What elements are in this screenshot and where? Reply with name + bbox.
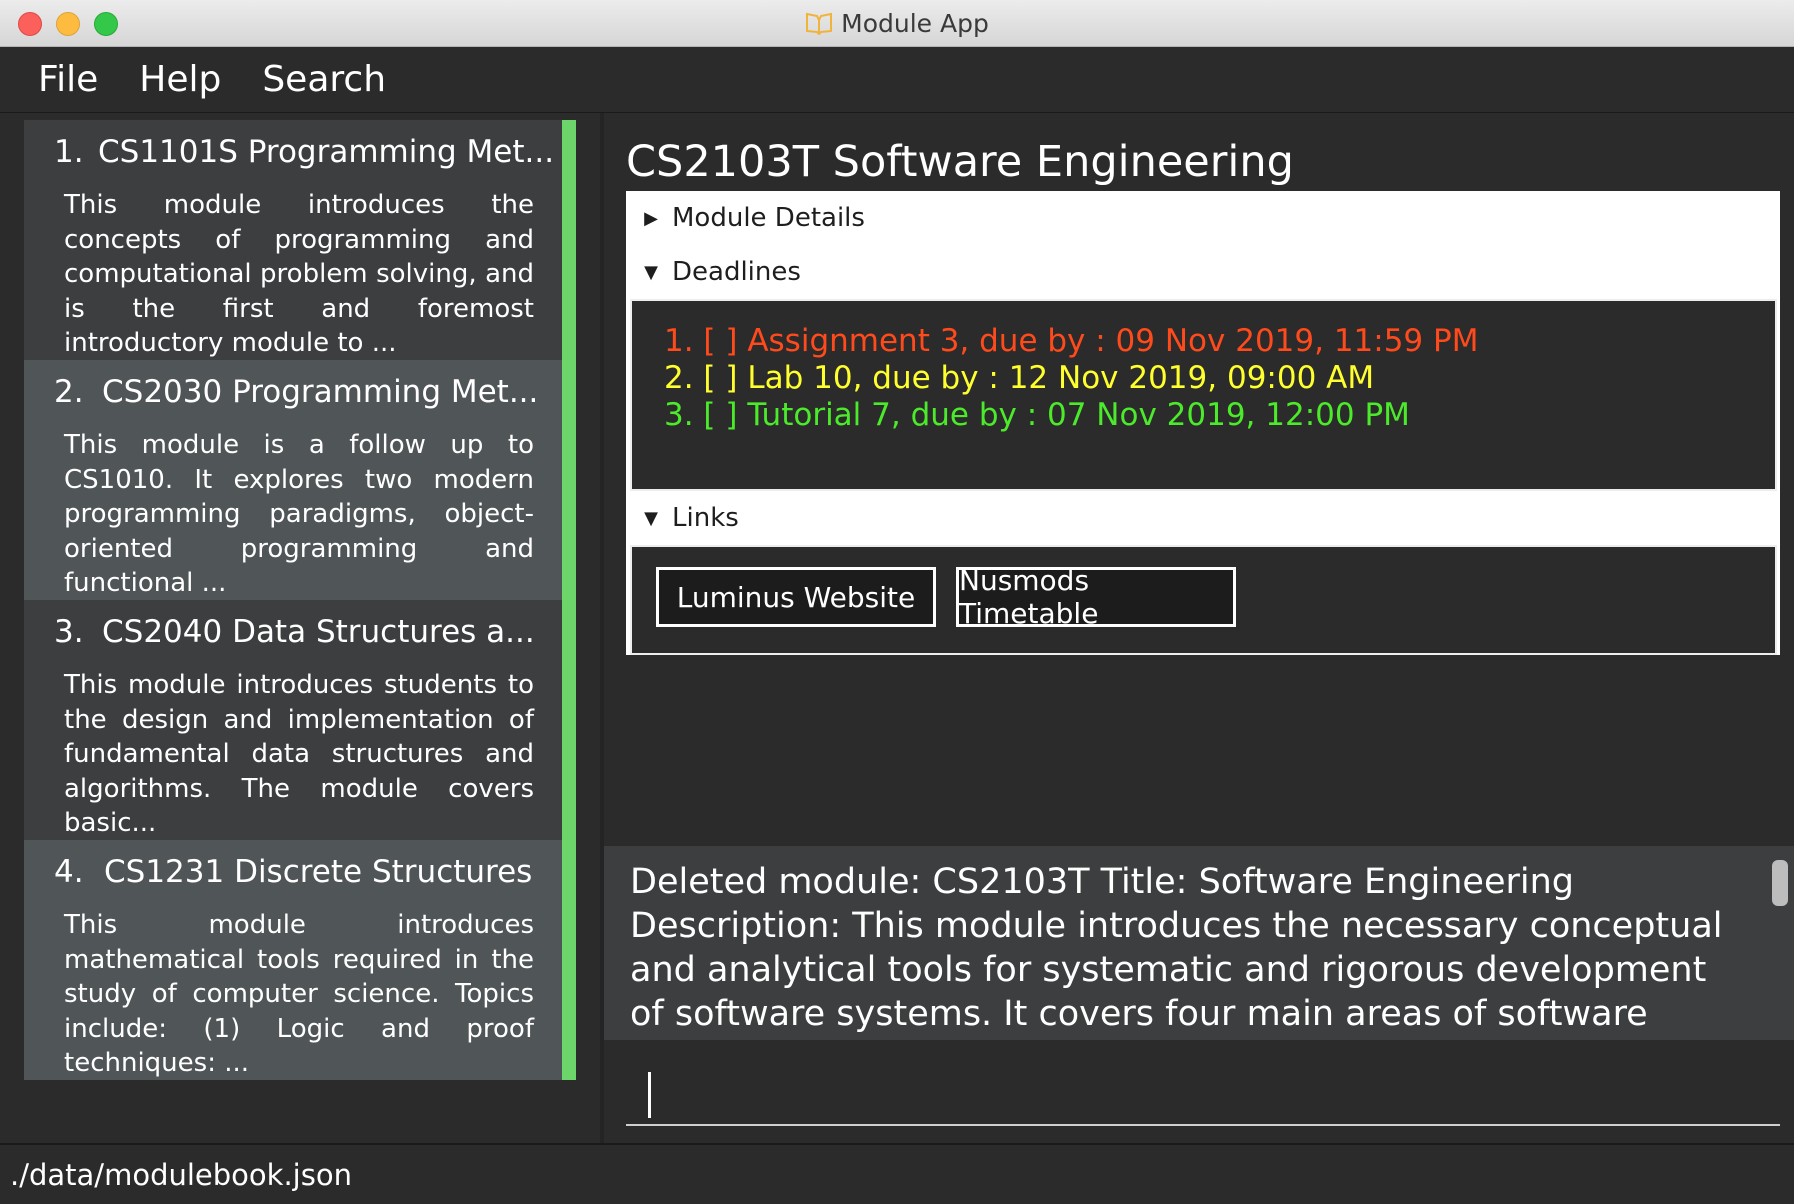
module-accent-bar bbox=[562, 360, 576, 600]
module-accent-bar bbox=[562, 840, 576, 1080]
result-display[interactable]: Deleted module: CS2103T Title: Software … bbox=[604, 843, 1794, 1078]
window-title: Module App bbox=[841, 9, 989, 38]
module-card[interactable]: 4. CS1231 Discrete Structures This modul… bbox=[24, 840, 576, 1080]
module-card-description: This module introduces mathematical tool… bbox=[64, 910, 534, 1078]
window-title-bar: Module App bbox=[0, 0, 1794, 47]
deadlines-label: Deadlines bbox=[672, 257, 801, 287]
expanded-arrow-icon: ▼ bbox=[644, 261, 658, 283]
module-card-description: This module introduces the concepts of p… bbox=[64, 190, 534, 358]
result-scrollbar[interactable] bbox=[1772, 860, 1788, 906]
command-box bbox=[604, 1040, 1794, 1143]
module-index: 3. bbox=[54, 614, 84, 650]
module-card-description: This module is a follow up to CS1010. It… bbox=[64, 430, 534, 598]
module-index: 4. bbox=[54, 854, 84, 890]
module-card[interactable]: 2. CS2030 Programming Met... This module… bbox=[24, 360, 576, 600]
module-accent-bar bbox=[562, 600, 576, 840]
module-details-header[interactable]: ▶ Module Details bbox=[626, 191, 1780, 245]
links-list: Luminus Website Nusmods Timetable bbox=[630, 545, 1777, 655]
deadline-item: 2. [ ] Lab 10, due by : 12 Nov 2019, 09:… bbox=[664, 360, 1375, 396]
menu-search[interactable]: Search bbox=[262, 59, 386, 100]
module-card[interactable]: 1. CS1101S Programming Met... This modul… bbox=[24, 120, 576, 360]
menu-file[interactable]: File bbox=[38, 59, 98, 100]
save-file-path: ./data/modulebook.json bbox=[10, 1157, 352, 1192]
luminus-website-button[interactable]: Luminus Website bbox=[656, 567, 936, 627]
module-card[interactable]: 3. CS2040 Data Structures a... This modu… bbox=[24, 600, 576, 840]
module-details-label: Module Details bbox=[672, 203, 865, 233]
deadlines-header[interactable]: ▼ Deadlines bbox=[626, 245, 1780, 299]
text-caret bbox=[648, 1072, 651, 1118]
module-index: 1. bbox=[54, 134, 84, 170]
links-label: Links bbox=[672, 503, 739, 533]
module-card-title: CS1101S Programming Met... bbox=[98, 134, 555, 170]
module-card-title: CS2040 Data Structures a... bbox=[102, 614, 535, 650]
module-card-title: CS2030 Programming Met... bbox=[102, 374, 539, 410]
menu-bar: File Help Search bbox=[0, 47, 1794, 113]
command-input[interactable] bbox=[626, 1064, 1780, 1126]
module-index: 2. bbox=[54, 374, 84, 410]
links-header[interactable]: ▼ Links bbox=[626, 491, 1780, 545]
collapsed-arrow-icon: ▶ bbox=[644, 207, 658, 229]
module-detail-panel: CS2103T Software Engineering ▶ Module De… bbox=[604, 113, 1794, 843]
menu-help[interactable]: Help bbox=[139, 59, 221, 100]
module-card-description: This module introduces students to the d… bbox=[64, 670, 534, 838]
nusmods-timetable-button[interactable]: Nusmods Timetable bbox=[956, 564, 1236, 630]
module-accent-bar bbox=[562, 120, 576, 360]
deadlines-list: 1. [ ] Assignment 3, due by : 09 Nov 201… bbox=[630, 299, 1777, 491]
deadline-item: 3. [ ] Tutorial 7, due by : 07 Nov 2019,… bbox=[664, 397, 1410, 433]
deadline-item: 1. [ ] Assignment 3, due by : 09 Nov 201… bbox=[664, 323, 1479, 359]
module-list[interactable]: 1. CS1101S Programming Met... This modul… bbox=[0, 113, 604, 1143]
module-card-title: CS1231 Discrete Structures bbox=[104, 854, 533, 890]
expanded-arrow-icon: ▼ bbox=[644, 507, 658, 529]
module-accordion: ▶ Module Details ▼ Deadlines 1. [ ] Assi… bbox=[626, 191, 1780, 655]
module-title: CS2103T Software Engineering bbox=[626, 137, 1294, 187]
app-book-icon bbox=[805, 11, 833, 41]
status-bar: ./data/modulebook.json bbox=[0, 1143, 1794, 1204]
window-title-area: Module App bbox=[0, 9, 1794, 41]
